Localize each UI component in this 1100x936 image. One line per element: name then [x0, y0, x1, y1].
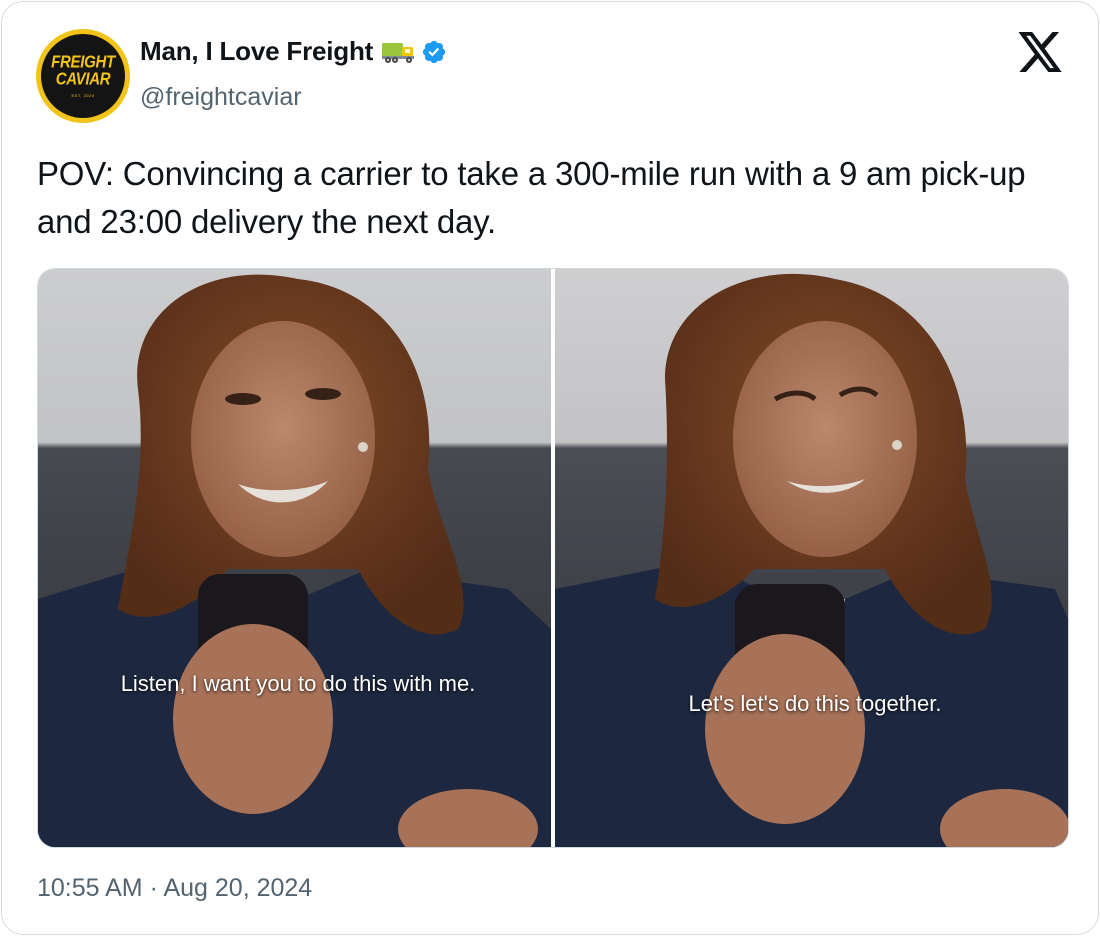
verified-badge-icon [421, 39, 447, 65]
author-avatar[interactable]: FREIGHT CAVIAR EST. 2020 [36, 29, 130, 123]
avatar-logo: FREIGHT CAVIAR EST. 2020 [41, 34, 125, 118]
media-panel-left[interactable]: Listen, I want you to do this with me. [38, 269, 551, 847]
tweet-text: POV: Convincing a carrier to take a 300-… [37, 155, 1026, 240]
x-logo-icon[interactable] [1016, 30, 1064, 74]
tweet-timestamp[interactable]: 10:55 AM · Aug 20, 2024 [37, 874, 312, 903]
author-display-name[interactable]: Man, I Love Freight [140, 36, 373, 67]
tweet-media[interactable]: Listen, I want you to do this with me. L… [37, 268, 1069, 848]
media-caption-right: Let's let's do this together. [688, 691, 942, 716]
media-caption-left: Listen, I want you to do this with me. [120, 671, 476, 696]
avatar-logo-est: EST. 2020 [71, 93, 95, 98]
author-handle[interactable]: @freightcaviar [140, 83, 302, 112]
photo-right [555, 269, 1068, 847]
truck-icon [381, 39, 417, 65]
author-name-row[interactable]: Man, I Love Freight [140, 36, 447, 67]
media-panel-right[interactable]: Let's let's do this together. [555, 269, 1068, 847]
photo-left [38, 269, 551, 847]
tweet-card: FREIGHT CAVIAR EST. 2020 Man, I Love Fre… [1, 1, 1099, 935]
avatar-logo-line-2: CAVIAR [55, 69, 111, 90]
